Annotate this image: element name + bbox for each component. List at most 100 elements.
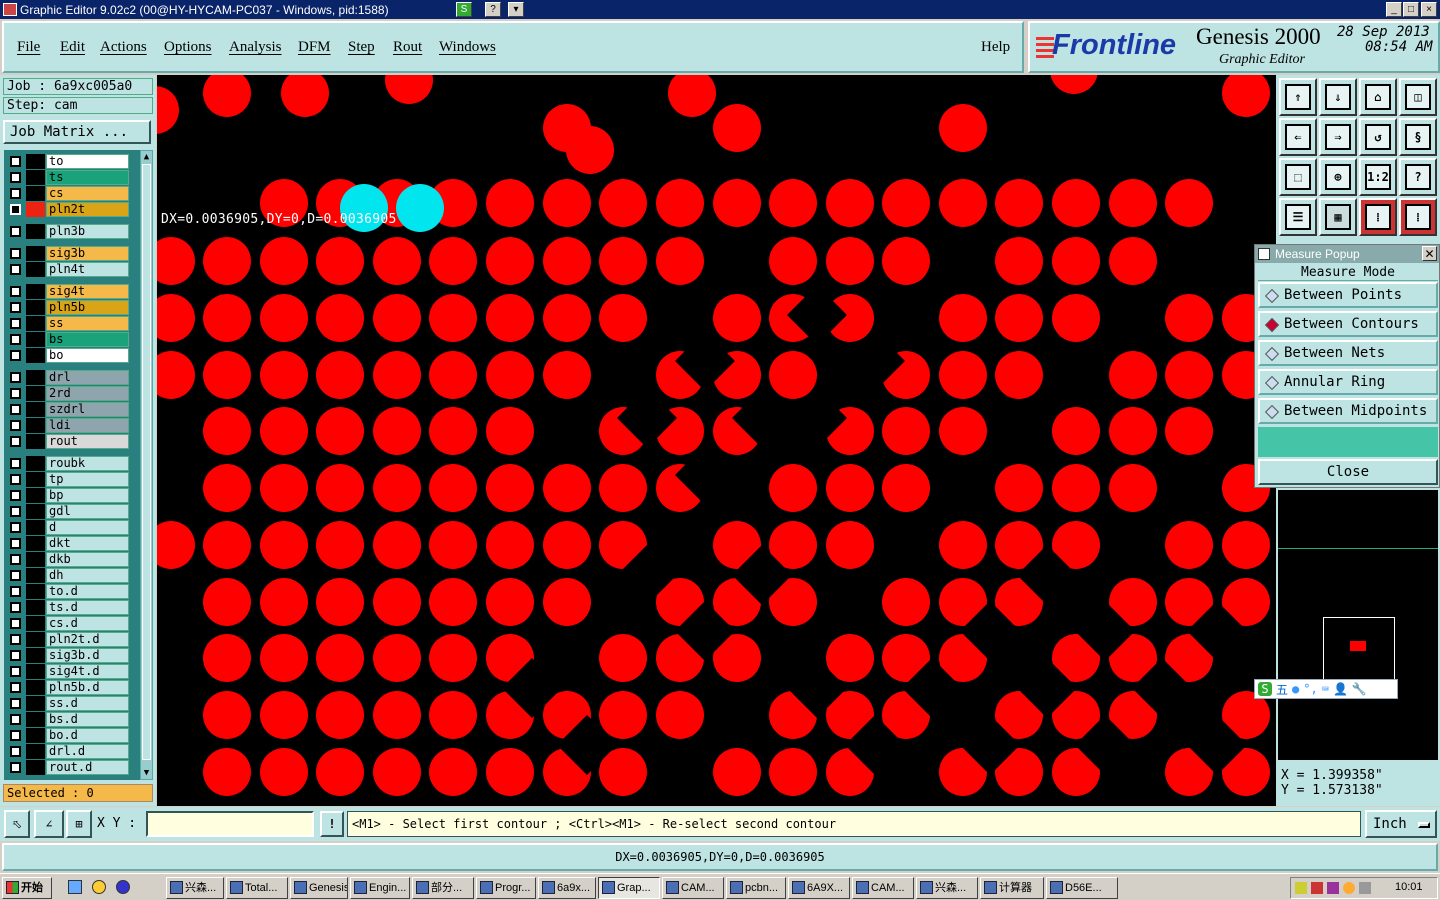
pad[interactable] (713, 179, 761, 227)
layer-checkbox[interactable] (10, 172, 21, 183)
layer-name[interactable]: pln5b (46, 300, 129, 315)
pad[interactable] (157, 86, 179, 134)
pad[interactable] (486, 407, 534, 455)
menu-step[interactable]: Step (348, 39, 375, 56)
layer-name[interactable]: ss (46, 316, 129, 331)
popup-close-icon[interactable]: ✕ (1422, 246, 1437, 261)
menu-rout[interactable]: Rout (393, 39, 422, 56)
zoom-in-tool[interactable]: ⇓ (1319, 78, 1357, 116)
pad[interactable] (260, 464, 308, 512)
pad[interactable] (157, 521, 195, 569)
layer-row-ldi[interactable]: ldi (6, 418, 129, 433)
pad[interactable] (429, 294, 477, 342)
taskbar-button[interactable]: D56E... (1046, 877, 1118, 899)
option-between-midpoints[interactable]: Between Midpoints (1258, 398, 1438, 424)
pad[interactable] (373, 578, 421, 626)
layer-color-swatch[interactable] (26, 332, 45, 347)
layer-color-swatch[interactable] (26, 224, 45, 239)
pad[interactable] (656, 691, 704, 739)
layer-color-swatch[interactable] (26, 284, 45, 299)
layer-checkbox[interactable] (10, 490, 21, 501)
layer-color-swatch[interactable] (26, 648, 45, 663)
dot-icon[interactable]: ● (1292, 682, 1299, 696)
layer-checkbox[interactable] (10, 554, 21, 565)
window-tool[interactable]: ◫ (1399, 78, 1437, 116)
query-tool[interactable]: ? (1399, 158, 1437, 196)
layer-color-swatch[interactable] (26, 456, 45, 471)
center-tool[interactable]: ⊕ (1319, 158, 1357, 196)
layer-row-dkt[interactable]: dkt (6, 536, 129, 551)
layer-checkbox[interactable] (10, 698, 21, 709)
pad[interactable] (1109, 179, 1157, 227)
pad[interactable] (713, 104, 761, 152)
layer-checkbox[interactable] (10, 730, 21, 741)
layer-checkbox[interactable] (10, 506, 21, 517)
pad[interactable] (769, 179, 817, 227)
pad[interactable] (1165, 407, 1213, 455)
taskbar-button[interactable]: 6a9x... (538, 877, 596, 899)
layer-checkbox[interactable] (10, 264, 21, 275)
menu-windows[interactable]: Windows (439, 39, 496, 56)
layer-name[interactable]: roubk (46, 456, 129, 471)
pad[interactable] (203, 748, 251, 796)
layer-color-swatch[interactable] (26, 434, 45, 449)
selected-contour[interactable] (396, 184, 444, 232)
layer-checkbox[interactable] (10, 372, 21, 383)
pad[interactable] (203, 294, 251, 342)
layer-name[interactable]: gdl (46, 504, 129, 519)
layer-name[interactable]: ldi (46, 418, 129, 433)
keyboard-icon[interactable]: ⌨ (1322, 682, 1329, 696)
pad[interactable] (316, 407, 364, 455)
quicklaunch-clock-icon[interactable] (92, 880, 106, 894)
taskbar-button[interactable]: 6A9X... (788, 877, 850, 899)
pad[interactable] (1165, 179, 1213, 227)
layer-color-swatch[interactable] (26, 386, 45, 401)
layer-checkbox[interactable] (10, 156, 21, 167)
taskbar-button[interactable]: CAM... (662, 877, 724, 899)
pad[interactable] (373, 237, 421, 285)
pad[interactable] (656, 237, 704, 285)
pad[interactable] (316, 634, 364, 682)
layer-name[interactable]: rout (46, 434, 129, 449)
layer-checkbox[interactable] (10, 666, 21, 677)
start-button[interactable]: 开始 (2, 877, 52, 899)
layer-checkbox[interactable] (10, 618, 21, 629)
pad[interactable] (316, 237, 364, 285)
pad[interactable] (316, 464, 364, 512)
pad[interactable] (1052, 237, 1100, 285)
layer-name[interactable]: to.d (46, 584, 129, 599)
layer-checkbox[interactable] (10, 436, 21, 447)
pad[interactable] (260, 748, 308, 796)
taskbar-button[interactable]: CAM... (852, 877, 914, 899)
pad[interactable] (429, 634, 477, 682)
measure-close-button[interactable]: Close (1258, 459, 1438, 485)
pad[interactable] (939, 104, 987, 152)
pad[interactable] (939, 294, 987, 342)
pad[interactable] (429, 237, 477, 285)
layer-row-dkb[interactable]: dkb (6, 552, 129, 567)
pad[interactable] (1052, 407, 1100, 455)
taskbar-button[interactable]: Genesis (290, 877, 348, 899)
layer-checkbox[interactable] (10, 420, 21, 431)
close-window-button[interactable]: × (1421, 2, 1437, 17)
layer-row-sig3b-d[interactable]: sig3b.d (6, 648, 129, 663)
layer-row-sig4t[interactable]: sig4t (6, 284, 129, 299)
pad[interactable] (260, 237, 308, 285)
pad[interactable] (373, 521, 421, 569)
layer-row-gdl[interactable]: gdl (6, 504, 129, 519)
layer-checkbox[interactable] (10, 746, 21, 757)
home-tool[interactable]: ⌂ (1359, 78, 1397, 116)
pad[interactable] (599, 237, 647, 285)
taskbar-button[interactable]: Engin... (350, 877, 410, 899)
taskbar-button[interactable]: Total... (226, 877, 288, 899)
layer-color-swatch[interactable] (26, 600, 45, 615)
pad[interactable] (429, 464, 477, 512)
pad[interactable] (713, 294, 761, 342)
pad[interactable] (281, 75, 329, 117)
pad[interactable] (203, 75, 251, 117)
pad[interactable] (939, 521, 987, 569)
snap-mode-button[interactable]: ⬁ (4, 810, 30, 838)
layer-name[interactable]: cs (46, 186, 129, 201)
layer-name[interactable]: bs.d (46, 712, 129, 727)
pad[interactable] (882, 407, 930, 455)
